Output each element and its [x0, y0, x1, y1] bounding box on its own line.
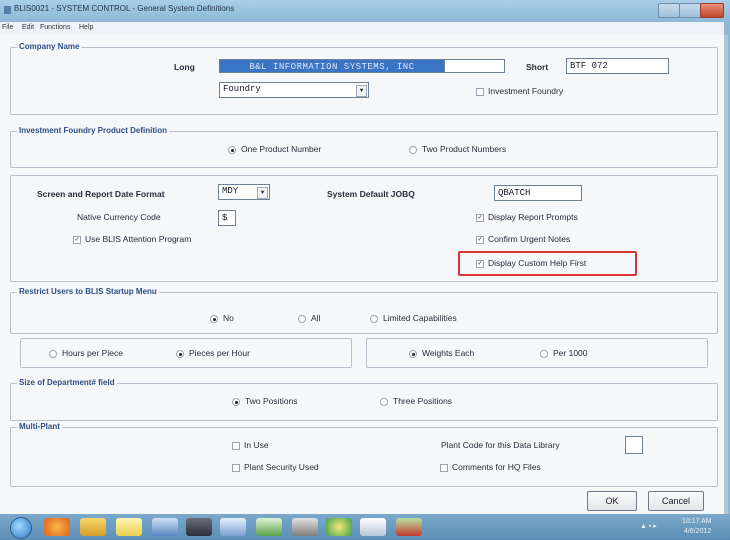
two-products-label: Two Product Numbers	[422, 144, 507, 154]
two-positions-radio[interactable]	[232, 398, 240, 406]
per-1000-label: Per 1000	[553, 348, 588, 358]
rate-basis-group: Hours per Piece Pieces per Hour	[20, 338, 352, 368]
hours-per-piece-radio[interactable]	[49, 350, 57, 358]
start-orb-icon[interactable]	[10, 517, 32, 539]
chart-icon[interactable]	[256, 518, 282, 536]
date-format-label: Screen and Report Date Format	[37, 189, 165, 199]
restrict-limited-radio[interactable]	[370, 315, 378, 323]
pieces-per-hour-label: Pieces per Hour	[189, 348, 250, 358]
industry-select-value: Foundry	[223, 84, 261, 94]
menu-functions[interactable]: Functions	[40, 24, 70, 31]
long-name-input[interactable]: B&L INFORMATION SYSTEMS, INC	[219, 59, 445, 73]
company-group-label: Company Name	[17, 42, 82, 51]
menu-file[interactable]: File	[2, 24, 13, 31]
pen-icon[interactable]	[292, 518, 318, 536]
cancel-button[interactable]: Cancel	[648, 491, 704, 511]
monitor-icon[interactable]	[220, 518, 246, 536]
menu-help[interactable]: Help	[79, 24, 93, 31]
in-use-checkbox[interactable]	[232, 442, 240, 450]
chevron-down-icon: ▼	[356, 85, 367, 97]
photos-icon[interactable]	[396, 518, 422, 536]
comments-hq-checkbox[interactable]	[440, 464, 448, 472]
plant-security-label: Plant Security Used	[244, 462, 319, 472]
maximize-button[interactable]	[679, 3, 701, 18]
currency-label: Native Currency Code	[77, 212, 161, 222]
weights-each-label: Weights Each	[422, 348, 475, 358]
attention-program-label: Use BLIS Attention Program	[85, 234, 192, 244]
weights-basis-group: Weights Each Per 1000	[366, 338, 708, 368]
comments-hq-label: Comments for HQ Files	[452, 462, 541, 472]
chrome-icon[interactable]	[326, 518, 352, 536]
plant-code-input[interactable]	[625, 436, 643, 454]
dialog-client-area: Company Name Long B&L INFORMATION SYSTEM…	[0, 35, 728, 514]
urgent-notes-checkbox[interactable]: ✓	[476, 236, 484, 244]
long-name-input-tail[interactable]	[445, 59, 505, 73]
weights-each-radio[interactable]	[409, 350, 417, 358]
clock-time[interactable]: 10:17 AM	[682, 518, 712, 525]
hours-per-piece-label: Hours per Piece	[62, 348, 123, 358]
one-product-radio[interactable]	[228, 146, 236, 154]
window-title: BLIS0021 - SYSTEM CONTROL - General Syst…	[14, 4, 235, 13]
multi-plant-group: Multi-Plant In Use Plant Security Used P…	[10, 422, 718, 487]
three-positions-label: Three Positions	[393, 396, 453, 406]
urgent-notes-label: Confirm Urgent Notes	[488, 234, 571, 244]
two-products-radio[interactable]	[409, 146, 417, 154]
menu-edit[interactable]: Edit	[22, 24, 34, 31]
jobq-input[interactable]: QBATCH	[494, 185, 582, 201]
attention-program-checkbox[interactable]: ✓	[73, 236, 81, 244]
tray-icons[interactable]: ▲ ▪ ▸	[640, 522, 657, 530]
general-settings-group: Screen and Report Date Format MDY ▼ Nati…	[10, 175, 718, 282]
product-definition-group: Investment Foundry Product Definition On…	[10, 126, 718, 168]
investment-foundry-label: Investment Foundry	[488, 86, 564, 96]
ok-button[interactable]: OK	[587, 491, 637, 511]
notes-icon[interactable]	[116, 518, 142, 536]
restrict-users-group: Restrict Users to BLIS Startup Menu No A…	[10, 287, 718, 334]
clock-date[interactable]: 4/6/2012	[684, 528, 711, 535]
chevron-down-icon: ▼	[257, 187, 268, 199]
music-icon[interactable]	[152, 518, 178, 536]
department-size-label: Size of Department# field	[17, 378, 117, 387]
department-size-group: Size of Department# field Two Positions …	[10, 378, 718, 421]
company-group: Company Name Long B&L INFORMATION SYSTEM…	[10, 42, 718, 115]
date-format-select[interactable]: MDY ▼	[218, 184, 270, 200]
one-product-label: One Product Number	[241, 144, 322, 154]
title-bar: BLIS0021 - SYSTEM CONTROL - General Syst…	[0, 0, 730, 22]
pieces-per-hour-radio[interactable]	[176, 350, 184, 358]
restrict-limited-label: Limited Capabilities	[383, 313, 457, 323]
plant-security-checkbox[interactable]	[232, 464, 240, 472]
restrict-users-label: Restrict Users to BLIS Startup Menu	[17, 287, 159, 296]
minimize-button[interactable]	[658, 3, 680, 18]
short-name-input[interactable]: BTF 072	[566, 58, 669, 74]
jobq-label: System Default JOBQ	[327, 189, 415, 199]
custom-help-label: Display Custom Help First	[488, 258, 587, 268]
terminal-icon[interactable]	[186, 518, 212, 536]
investment-foundry-checkbox[interactable]	[476, 88, 484, 96]
date-format-value: MDY	[222, 186, 239, 196]
explorer-icon[interactable]	[80, 518, 106, 536]
currency-input[interactable]: $	[218, 210, 236, 226]
restrict-all-label: All	[311, 313, 321, 323]
industry-select[interactable]: Foundry ▼	[219, 82, 369, 98]
two-positions-label: Two Positions	[245, 396, 298, 406]
restrict-no-radio[interactable]	[210, 315, 218, 323]
firefox-icon[interactable]	[44, 518, 70, 536]
taskbar: ▲ ▪ ▸ 10:17 AM 4/6/2012	[0, 514, 730, 540]
short-label: Short	[526, 62, 549, 72]
per-1000-radio[interactable]	[540, 350, 548, 358]
product-definition-label: Investment Foundry Product Definition	[17, 126, 170, 135]
report-prompts-label: Display Report Prompts	[488, 212, 578, 222]
close-button[interactable]	[700, 3, 724, 18]
long-label: Long	[174, 62, 195, 72]
plant-code-label: Plant Code for this Data Library	[441, 440, 560, 450]
report-prompts-checkbox[interactable]: ✓	[476, 214, 484, 222]
restrict-no-label: No	[223, 313, 234, 323]
in-use-label: In Use	[244, 440, 269, 450]
menu-bar: File Edit Functions Help	[0, 22, 724, 36]
three-positions-radio[interactable]	[380, 398, 388, 406]
restrict-all-radio[interactable]	[298, 315, 306, 323]
paint-icon[interactable]	[360, 518, 386, 536]
custom-help-checkbox[interactable]: ✓	[476, 260, 484, 268]
app-icon	[4, 6, 11, 14]
multi-plant-label: Multi-Plant	[17, 422, 62, 431]
